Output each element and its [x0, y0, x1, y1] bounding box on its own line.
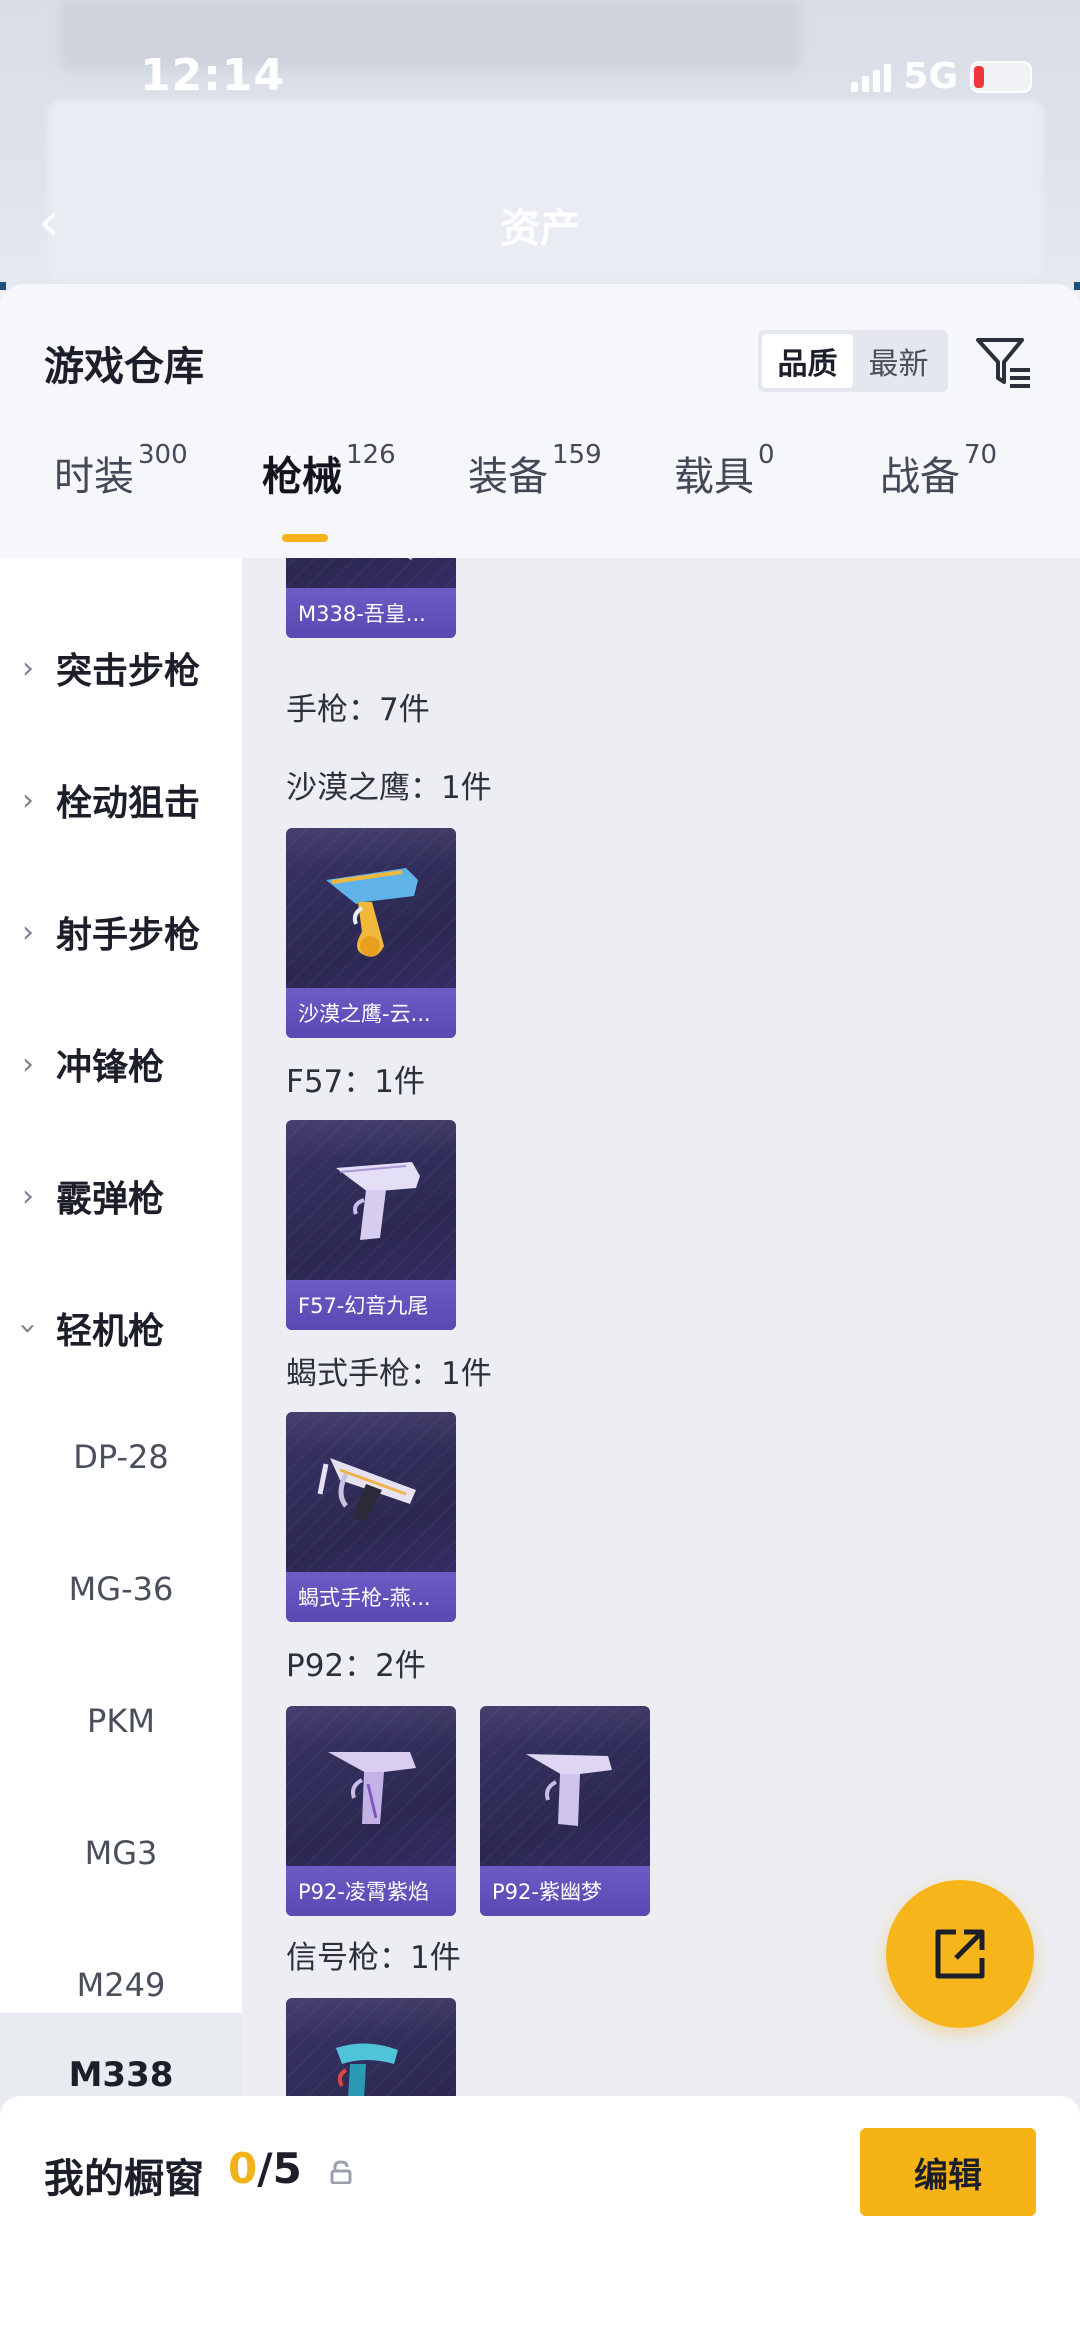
tab-equipment[interactable]: 装备 159	[468, 440, 602, 502]
weapon-image	[408, 558, 413, 560]
sidebar-item-label: 轻机枪	[56, 1311, 165, 1352]
subcategory-item[interactable]: MG-36	[0, 1570, 242, 1608]
back-arrow-icon[interactable]: ‹	[38, 190, 60, 253]
item-card[interactable]: M338-吾皇...	[286, 558, 456, 638]
item-card-name: 蝎式手枪-燕...	[286, 1572, 456, 1622]
chevron-right-icon: ›	[22, 1178, 34, 1214]
chevron-right-icon: ›	[22, 650, 34, 686]
external-link-icon	[935, 1929, 985, 1979]
sidebar-item-label: 栓动狙击	[56, 783, 201, 824]
item-card-name: F57-幻音九尾	[286, 1280, 456, 1330]
section-heading: 手枪：7件	[286, 692, 430, 728]
tab-count: 300	[138, 440, 188, 470]
sidebar-item-label: 冲锋枪	[56, 1047, 165, 1088]
showcase-separator: /	[257, 2144, 273, 2193]
chevron-right-icon: ›	[22, 914, 34, 950]
item-card-name: P92-凌霄紫焰	[286, 1866, 456, 1916]
subcategory-item-selected: M338	[68, 2055, 174, 2095]
filter-icon[interactable]	[972, 330, 1036, 394]
group-label: 信号枪：1件	[286, 1940, 461, 1976]
tab-label: 载具	[674, 454, 754, 500]
tab-label: 战备	[880, 454, 960, 500]
background-header: 12:14 5G ‹ 资产	[0, 0, 1080, 290]
chevron-right-icon: ›	[22, 782, 34, 818]
item-card-name: M338-吾皇...	[286, 588, 456, 638]
sidebar-item-label: 射手步枪	[56, 915, 201, 956]
edge-accent	[1074, 282, 1080, 290]
tab-count: 126	[346, 440, 396, 470]
subcategory-item[interactable]: PKM	[0, 1702, 242, 1740]
showcase-count: 0/5	[228, 2144, 302, 2193]
item-card[interactable]: P92-紫幽梦	[480, 1706, 650, 1916]
weapon-image	[326, 868, 418, 957]
sidebar-item-bolt-sniper[interactable]: › 栓动狙击	[0, 760, 242, 840]
status-time: 12:14	[140, 50, 286, 101]
weapon-image	[526, 1754, 612, 1826]
group-label: 沙漠之鹰：1件	[286, 770, 492, 806]
tab-firearms[interactable]: 枪械 126	[262, 440, 396, 502]
sidebar-item-label: 霰弹枪	[56, 1179, 165, 1220]
tab-label: 时装	[54, 454, 134, 500]
tab-count: 70	[964, 440, 998, 470]
item-card[interactable]: 蝎式手枪-燕...	[286, 1412, 456, 1622]
item-card[interactable]: P92-凌霄紫焰	[286, 1706, 456, 1916]
sort-option-quality[interactable]: 品质	[762, 334, 853, 388]
chevron-right-icon: ›	[22, 1046, 34, 1082]
tab-vehicles[interactable]: 载具 0	[674, 440, 775, 502]
edge-accent	[0, 282, 6, 290]
lock-icon	[330, 2160, 352, 2184]
item-card[interactable]: F57-幻音九尾	[286, 1120, 456, 1330]
sidebar-item-assault-rifle[interactable]: › 突击步枪	[0, 628, 242, 708]
item-card-name: 沙漠之鹰-云...	[286, 988, 456, 1038]
status-indicators: 5G	[851, 56, 1032, 97]
edit-button[interactable]: 编辑	[860, 2128, 1036, 2216]
tab-supplies[interactable]: 战备 70	[880, 440, 997, 502]
battery-icon	[970, 60, 1032, 93]
share-button[interactable]	[886, 1880, 1034, 2028]
sort-toggle: 品质 最新	[758, 330, 948, 392]
chevron-down-icon: ›	[10, 1322, 46, 1334]
tab-fashion[interactable]: 时装 300	[54, 440, 188, 502]
sheet-title: 游戏仓库	[44, 344, 204, 390]
tab-label: 装备	[468, 454, 548, 500]
subcategory-item[interactable]: M249	[0, 1966, 242, 2004]
tab-count: 0	[758, 440, 775, 470]
signal-icon	[851, 62, 892, 92]
group-label: 蝎式手枪：1件	[286, 1356, 492, 1392]
nav-title: 资产	[500, 206, 580, 252]
subcategory-item[interactable]: MG3	[0, 1834, 242, 1872]
network-type: 5G	[903, 56, 958, 97]
sidebar-item-lmg[interactable]: › 轻机枪	[0, 1288, 242, 1368]
showcase-current: 0	[228, 2144, 258, 2193]
weapon-image	[317, 1458, 416, 1522]
weapon-image	[336, 1162, 420, 1240]
weapon-image	[328, 1752, 416, 1824]
group-label: P92：2件	[286, 1648, 426, 1684]
sidebar-item-smg[interactable]: › 冲锋枪	[0, 1024, 242, 1104]
item-card-name: P92-紫幽梦	[480, 1866, 650, 1916]
item-card[interactable]: 沙漠之鹰-云...	[286, 828, 456, 1038]
active-tab-indicator	[282, 534, 328, 542]
tab-label: 枪械	[262, 454, 342, 500]
showcase-bar: 我的橱窗 0/5 编辑	[0, 2096, 1080, 2341]
sidebar-item-shotgun[interactable]: › 霰弹枪	[0, 1156, 242, 1236]
subcategory-item[interactable]: DP-28	[0, 1438, 242, 1476]
item-list: M338-吾皇... 手枪：7件 沙漠之鹰：1件 沙漠之鹰-云... F57：1…	[242, 558, 1080, 2341]
showcase-max: 5	[272, 2144, 302, 2193]
sort-option-newest[interactable]: 最新	[853, 334, 944, 388]
showcase-title: 我的橱窗	[44, 2156, 204, 2202]
sidebar-item-label: 突击步枪	[56, 651, 201, 692]
sidebar-item-marksman-rifle[interactable]: › 射手步枪	[0, 892, 242, 972]
group-label: F57：1件	[286, 1064, 426, 1100]
warehouse-sheet: 游戏仓库 品质 最新 时装 300 枪械 126 装备 159 载具 0 战备 70 › …	[0, 284, 1080, 2341]
category-tabs: 时装 300 枪械 126 装备 159 载具 0 战备 70	[0, 440, 1080, 524]
tab-count: 159	[552, 440, 602, 470]
category-sidebar: › 突击步枪 › 栓动狙击 › 射手步枪 › 冲锋枪 › 霰弹枪 › 轻机枪 D…	[0, 558, 242, 2013]
